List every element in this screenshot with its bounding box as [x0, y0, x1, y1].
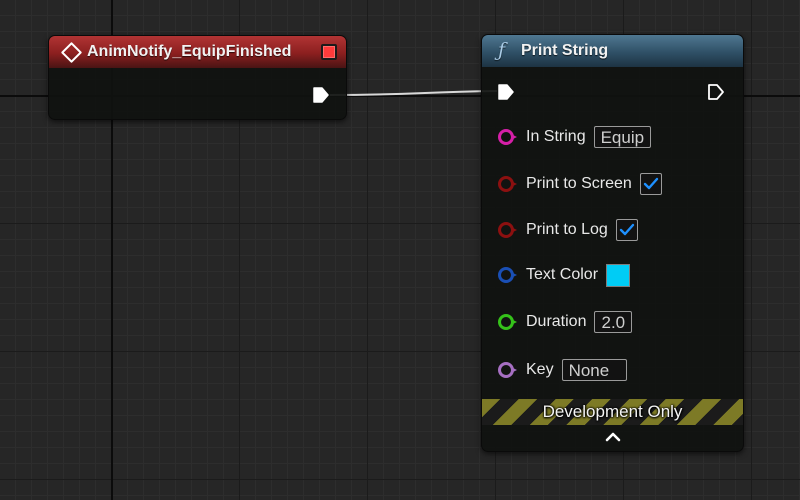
collapse-button[interactable]	[604, 429, 622, 443]
chevron-up-icon	[605, 432, 620, 441]
event-node-title: AnimNotify_EquipFinished	[87, 43, 292, 60]
diamond-icon	[60, 41, 83, 64]
checkmark-icon	[619, 223, 635, 236]
pin-label-in-string: In String	[526, 128, 586, 145]
float-pin-icon[interactable]	[498, 314, 517, 330]
bool-pin-icon[interactable]	[498, 222, 517, 238]
print-to-screen-checkbox[interactable]	[639, 173, 662, 195]
pin-label-print-to-log: Print to Log	[526, 221, 608, 238]
pin-row-text-color: Text Color	[498, 262, 631, 288]
name-pin-icon[interactable]	[498, 362, 517, 378]
struct-pin-icon[interactable]	[498, 267, 517, 283]
pin-label-key: Key	[526, 361, 554, 378]
text-color-swatch[interactable]	[606, 263, 631, 287]
checkmark-icon	[643, 177, 659, 190]
print-to-log-checkbox[interactable]	[615, 219, 638, 241]
key-input[interactable]: None	[561, 359, 627, 381]
pin-row-key: Key None	[498, 357, 627, 383]
pin-row-print-to-log: Print to Log	[498, 217, 638, 243]
pin-label-text-color: Text Color	[526, 266, 599, 283]
duration-input[interactable]: 2.0	[594, 311, 633, 333]
event-node[interactable]: AnimNotify_EquipFinished	[48, 35, 347, 120]
pin-row-in-string: In String Equip	[498, 124, 652, 150]
pin-row-duration: Duration 2.0	[498, 309, 633, 335]
development-only-banner: Development Only	[482, 399, 743, 425]
event-node-header[interactable]: AnimNotify_EquipFinished	[49, 36, 346, 68]
in-string-input[interactable]: Equip	[593, 126, 652, 148]
exec-out-pin-icon[interactable]	[707, 83, 725, 101]
delegate-pin-icon[interactable]	[321, 44, 337, 60]
print-string-header[interactable]: ƒ Print String	[482, 35, 743, 67]
function-icon: ƒ	[498, 39, 506, 61]
development-only-label: Development Only	[542, 402, 683, 421]
string-pin-icon[interactable]	[498, 129, 517, 145]
exec-out-pin-icon[interactable]	[312, 86, 330, 104]
blueprint-graph-canvas[interactable]: AnimNotify_EquipFinished ƒ Print String …	[0, 0, 800, 500]
pin-label-print-to-screen: Print to Screen	[526, 175, 632, 192]
print-string-node[interactable]: ƒ Print String In String Equip Print to …	[481, 34, 744, 452]
pin-label-duration: Duration	[526, 313, 587, 330]
exec-in-pin-icon[interactable]	[497, 83, 515, 101]
print-string-title: Print String	[521, 42, 609, 59]
bool-pin-icon[interactable]	[498, 176, 517, 192]
pin-row-print-to-screen: Print to Screen	[498, 171, 662, 197]
